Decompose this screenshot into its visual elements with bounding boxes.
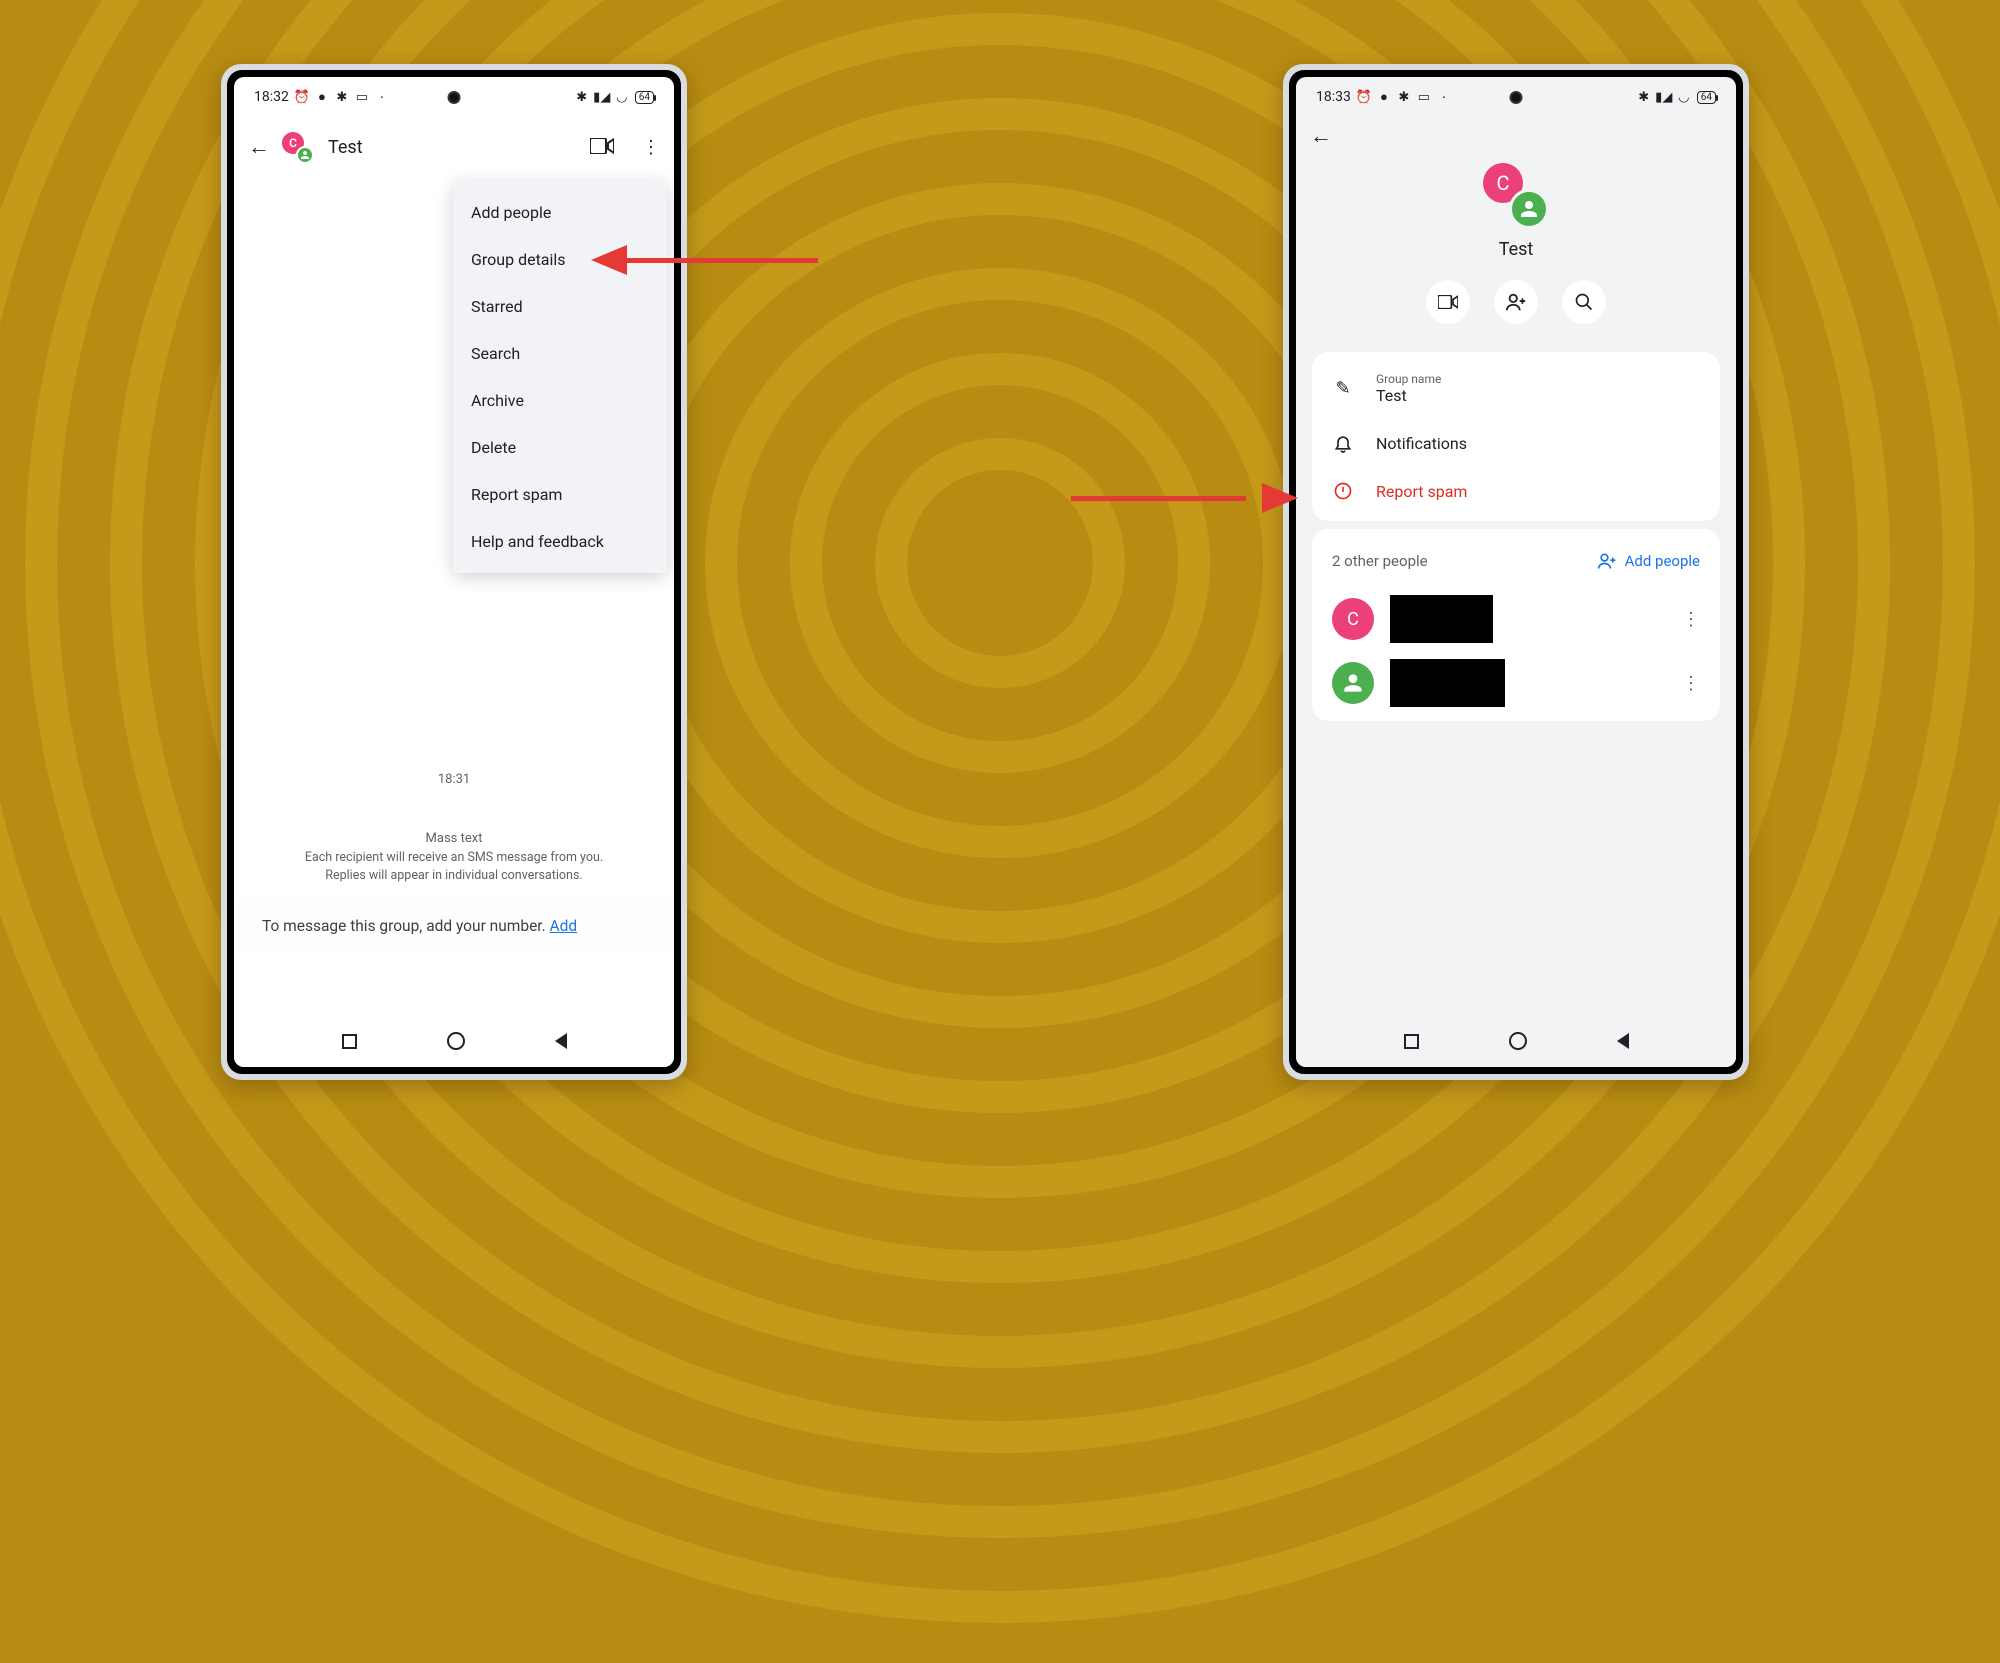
recents-button[interactable] xyxy=(342,1034,357,1049)
video-call-button[interactable] xyxy=(1426,280,1470,324)
alert-icon xyxy=(1332,481,1354,501)
alarm-icon: ⏰ xyxy=(295,90,309,104)
group-name-label: Group name xyxy=(1376,372,1700,386)
add-people-button[interactable]: Add people xyxy=(1597,551,1700,571)
back-button[interactable]: ← xyxy=(248,134,270,160)
details-back-row: ← xyxy=(1296,117,1736,157)
menu-help[interactable]: Help and feedback xyxy=(453,518,667,565)
group-avatar[interactable]: C xyxy=(282,132,312,162)
home-button[interactable] xyxy=(447,1032,465,1050)
menu-add-people[interactable]: Add people xyxy=(453,189,667,236)
alarm-icon: ⏰ xyxy=(1357,90,1371,104)
report-spam-row[interactable]: Report spam xyxy=(1312,467,1720,515)
group-name-row[interactable]: ✎ Group name Test xyxy=(1312,358,1720,419)
group-title: Test xyxy=(1499,239,1534,260)
person-name-redacted-2 xyxy=(1390,659,1505,707)
back-nav-button[interactable] xyxy=(555,1033,567,1049)
annotation-arrow-2 xyxy=(1071,481,1291,515)
bluetooth-icon: ✱ xyxy=(575,90,589,104)
bell-icon xyxy=(1332,433,1354,453)
video-call-button[interactable] xyxy=(590,135,614,160)
mass-text-line1: Each recipient will receive an SMS messa… xyxy=(262,849,646,867)
rect-icon: ▭ xyxy=(1417,90,1431,104)
add-number-banner: To message this group, add your number. … xyxy=(234,899,674,953)
mass-text-line2: Replies will appear in individual conver… xyxy=(262,867,646,885)
home-button[interactable] xyxy=(1509,1032,1527,1050)
recents-button[interactable] xyxy=(1404,1034,1419,1049)
front-camera xyxy=(1510,91,1523,104)
menu-delete[interactable]: Delete xyxy=(453,424,667,471)
battery-icon: 64 xyxy=(635,91,654,104)
more-status-icon: • xyxy=(375,90,389,104)
annotation-arrow-1 xyxy=(598,243,818,277)
back-button[interactable]: ← xyxy=(1310,124,1332,149)
wifi-icon: ◡ xyxy=(1677,90,1691,104)
person-row-2[interactable]: ⋮ xyxy=(1312,651,1720,715)
star-icon: ✱ xyxy=(1397,90,1411,104)
front-camera xyxy=(448,91,461,104)
add-person-button[interactable] xyxy=(1494,280,1538,324)
more-menu-button[interactable]: ⋮ xyxy=(642,137,660,158)
overflow-menu: Add people Group details Starred Search … xyxy=(453,181,667,573)
person-more-1[interactable]: ⋮ xyxy=(1682,609,1700,630)
menu-archive[interactable]: Archive xyxy=(453,377,667,424)
group-avatar-large: C xyxy=(1483,163,1549,229)
status-time: 18:32 xyxy=(254,89,289,105)
star-icon: ✱ xyxy=(335,90,349,104)
add-number-link[interactable]: Add xyxy=(550,917,578,935)
signal-icon: ▮◢ xyxy=(595,90,609,104)
phone-right: 18:33 ⏰ ● ✱ ▭ • ✱ ▮◢ ◡ 64 ← C Test ✎ xyxy=(1283,64,1749,1080)
android-nav-bar xyxy=(1296,1015,1736,1067)
chat-header: ← C Test ⋮ xyxy=(234,117,674,177)
group-name-value: Test xyxy=(1376,386,1700,405)
avatar-green xyxy=(296,146,314,164)
report-spam-label: Report spam xyxy=(1376,482,1700,501)
add-people-label: Add people xyxy=(1625,552,1700,570)
person-more-2[interactable]: ⋮ xyxy=(1682,673,1700,694)
person-name-redacted-1 xyxy=(1390,595,1493,643)
signal-icon: ▮◢ xyxy=(1657,90,1671,104)
people-count: 2 other people xyxy=(1332,552,1428,570)
dot-icon: ● xyxy=(315,90,329,104)
person-avatar-1: C xyxy=(1332,598,1374,640)
battery-icon: 64 xyxy=(1697,91,1716,104)
people-card: 2 other people Add people C ⋮ ⋮ xyxy=(1312,529,1720,721)
status-time: 18:33 xyxy=(1316,89,1351,105)
rect-icon: ▭ xyxy=(355,90,369,104)
android-nav-bar xyxy=(234,1015,674,1067)
search-button[interactable] xyxy=(1562,280,1606,324)
avatar-green-large xyxy=(1509,189,1549,229)
people-header: 2 other people Add people xyxy=(1312,535,1720,587)
more-status-icon: • xyxy=(1437,90,1451,104)
mass-text-notice: Mass text Each recipient will receive an… xyxy=(234,817,674,899)
mass-text-title: Mass text xyxy=(262,831,646,846)
chat-title[interactable]: Test xyxy=(328,137,578,158)
person-row-1[interactable]: C ⋮ xyxy=(1312,587,1720,651)
menu-search[interactable]: Search xyxy=(453,330,667,377)
edit-icon: ✎ xyxy=(1332,378,1354,399)
menu-starred[interactable]: Starred xyxy=(453,283,667,330)
add-number-text: To message this group, add your number. xyxy=(262,917,550,935)
back-nav-button[interactable] xyxy=(1617,1033,1629,1049)
wifi-icon: ◡ xyxy=(615,90,629,104)
group-settings-card: ✎ Group name Test Notifications Report s… xyxy=(1312,352,1720,521)
notifications-label: Notifications xyxy=(1376,434,1700,453)
phone-left: 18:32 ⏰ ● ✱ ▭ • ✱ ▮◢ ◡ 64 ← C Test ⋮ Add… xyxy=(221,64,687,1080)
group-hero: C Test xyxy=(1296,157,1736,344)
person-avatar-2 xyxy=(1332,662,1374,704)
group-action-row xyxy=(1426,280,1606,324)
message-timestamp: 18:31 xyxy=(234,772,674,787)
menu-report-spam[interactable]: Report spam xyxy=(453,471,667,518)
dot-icon: ● xyxy=(1377,90,1391,104)
notifications-row[interactable]: Notifications xyxy=(1312,419,1720,467)
bluetooth-icon: ✱ xyxy=(1637,90,1651,104)
